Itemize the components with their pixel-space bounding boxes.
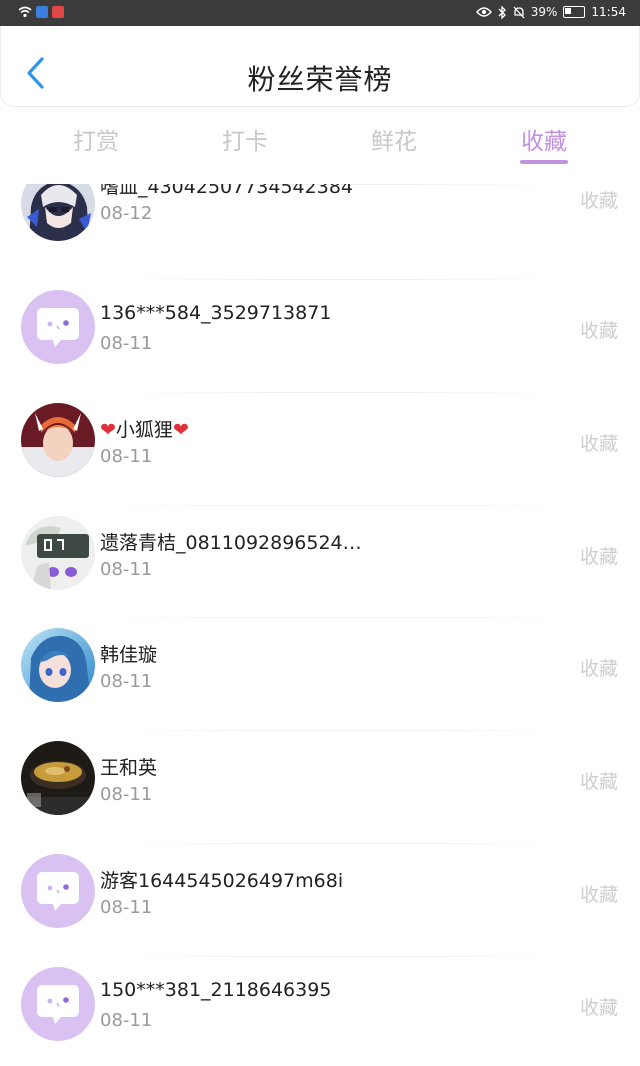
avatar[interactable] bbox=[21, 628, 95, 702]
user-name-text: 小狐狸 bbox=[115, 419, 173, 441]
list-item[interactable]: 遗落青桔_0811092896524… 08-11 收藏 bbox=[0, 505, 640, 617]
divider bbox=[110, 505, 570, 506]
chat-bubble-icon bbox=[37, 985, 79, 1024]
item-action: 收藏 bbox=[579, 190, 618, 212]
tab-checkin[interactable]: 打卡 bbox=[170, 122, 320, 156]
chat-bubble-icon bbox=[37, 308, 79, 347]
list-item[interactable]: 136***584_3529713871 08-11 收藏 bbox=[0, 279, 640, 391]
divider bbox=[110, 279, 570, 280]
item-date: 08-11 bbox=[100, 671, 153, 692]
divider bbox=[110, 617, 570, 618]
list-item[interactable]: 游客1644545026497m68i 08-11 收藏 bbox=[0, 843, 640, 955]
list-item[interactable]: 王和英 08-11 收藏 bbox=[0, 730, 640, 842]
divider bbox=[110, 843, 570, 844]
item-action: 收藏 bbox=[579, 433, 618, 455]
heart-icon: ❤ bbox=[172, 419, 189, 441]
item-action: 收藏 bbox=[579, 771, 618, 793]
divider bbox=[110, 956, 570, 957]
anime-girl-mask-avatar-icon bbox=[21, 516, 95, 590]
item-date: 08-11 bbox=[100, 446, 153, 467]
item-date: 08-11 bbox=[100, 897, 153, 918]
user-name: 游客1644545026497m68i bbox=[100, 870, 344, 892]
tab-flowers[interactable]: 鲜花 bbox=[319, 122, 469, 156]
user-name: 遗落青桔_0811092896524… bbox=[100, 532, 362, 554]
avatar[interactable] bbox=[21, 290, 95, 364]
item-action: 收藏 bbox=[579, 320, 618, 342]
avatar[interactable] bbox=[21, 403, 95, 477]
chat-bubble-icon bbox=[37, 872, 79, 911]
list-item[interactable]: 150***381_2118646395 08-11 收藏 bbox=[0, 956, 640, 1066]
page-title: 粉丝荣誉榜 bbox=[247, 63, 393, 96]
item-date: 08-12 bbox=[100, 203, 153, 224]
avatar[interactable] bbox=[21, 516, 95, 590]
favorites-list[interactable]: 嗜血_43042507734542384 08-12 收藏 136***584_… bbox=[0, 184, 640, 1066]
list-item[interactable]: 韩佳璇 08-11 收藏 bbox=[0, 617, 640, 729]
tab-favorites[interactable]: 收藏 bbox=[469, 122, 619, 156]
blue-hair-anime-avatar-icon bbox=[21, 628, 95, 702]
status-right: 39% 11:54 bbox=[475, 5, 626, 19]
avatar[interactable] bbox=[21, 854, 95, 928]
clock: 11:54 bbox=[591, 5, 626, 19]
item-action: 收藏 bbox=[579, 997, 618, 1019]
divider bbox=[110, 392, 570, 393]
tab-reward[interactable]: 打赏 bbox=[21, 122, 171, 156]
app-header: 粉丝荣誉榜 bbox=[0, 26, 640, 107]
list-item[interactable]: 嗜血_43042507734542384 08-12 收藏 bbox=[0, 184, 640, 279]
avatar[interactable] bbox=[21, 184, 95, 241]
heart-icon: ❤ bbox=[100, 419, 116, 441]
red-hair-avatar-icon bbox=[21, 403, 95, 477]
anime-boy-avatar-icon bbox=[21, 184, 95, 241]
battery-icon bbox=[563, 6, 586, 18]
user-name: 嗜血_43042507734542384 bbox=[100, 184, 354, 198]
divider bbox=[110, 730, 570, 731]
avatar[interactable] bbox=[21, 741, 95, 815]
item-date: 08-11 bbox=[100, 559, 153, 580]
user-name: 韩佳璇 bbox=[100, 644, 158, 666]
item-action: 收藏 bbox=[579, 884, 618, 906]
item-date: 08-11 bbox=[100, 333, 153, 354]
user-name: 136***584_3529713871 bbox=[100, 302, 332, 324]
list-item[interactable]: ❤小狐狸❤ 08-11 收藏 bbox=[0, 392, 640, 504]
avatar[interactable] bbox=[21, 967, 95, 1041]
item-date: 08-11 bbox=[100, 784, 153, 805]
status-bar: 39% 11:54 bbox=[0, 0, 640, 26]
user-name: 王和英 bbox=[100, 757, 158, 779]
app-notification-icon bbox=[36, 6, 48, 18]
bluetooth-icon bbox=[498, 5, 506, 19]
status-left bbox=[18, 6, 64, 18]
item-date: 08-11 bbox=[100, 1010, 153, 1031]
food-pot-avatar-icon bbox=[21, 741, 95, 815]
item-action: 收藏 bbox=[579, 546, 618, 568]
user-name: ❤小狐狸❤ bbox=[100, 415, 189, 442]
mute-bell-icon bbox=[513, 6, 525, 18]
wifi-icon bbox=[18, 6, 32, 18]
battery-percent: 39% bbox=[530, 5, 558, 19]
eye-icon bbox=[475, 7, 492, 17]
user-name: 150***381_2118646395 bbox=[100, 979, 332, 1001]
app-notification-icon bbox=[52, 6, 64, 18]
active-tab-indicator bbox=[520, 160, 568, 164]
item-action: 收藏 bbox=[579, 658, 618, 680]
